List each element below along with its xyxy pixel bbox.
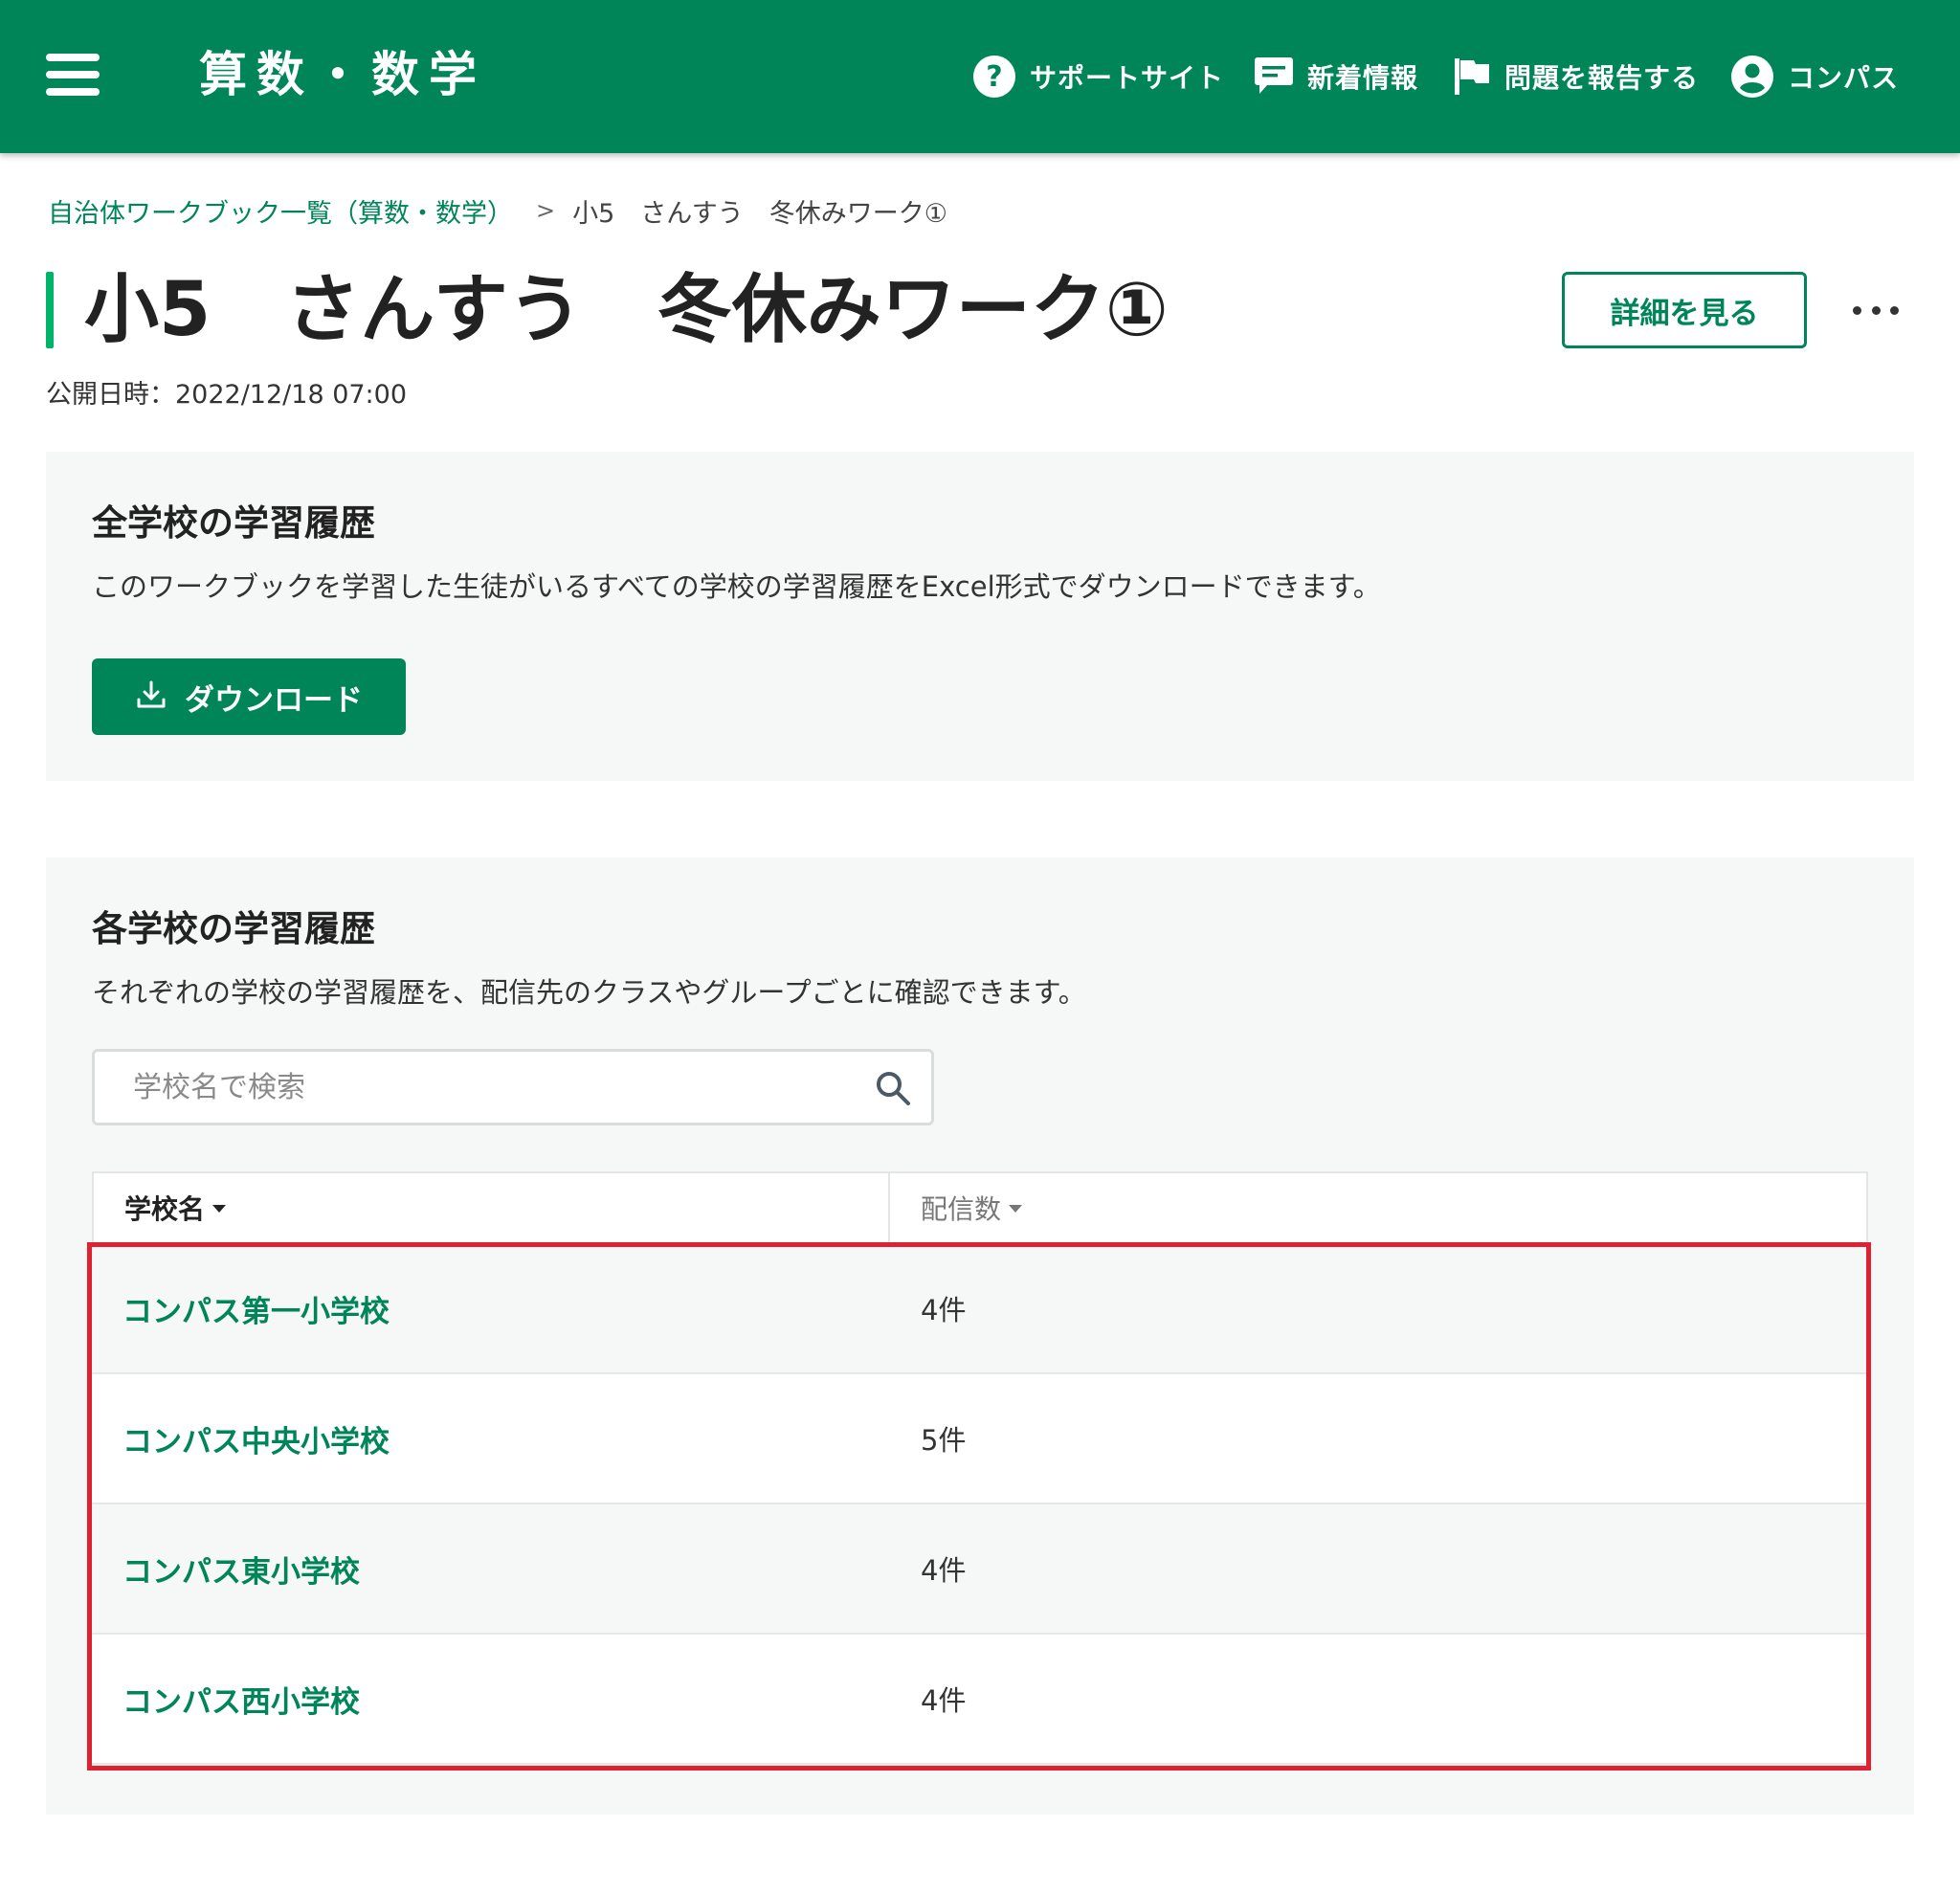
- news-link[interactable]: 新着情報: [1254, 50, 1418, 103]
- breadcrumb-separator: >: [536, 197, 556, 224]
- news-label: 新着情報: [1307, 62, 1419, 94]
- column-header-school-name: 学校名: [124, 1193, 206, 1225]
- support-site-label: サポートサイト: [1030, 62, 1225, 94]
- all-schools-description: このワークブックを学習した生徒がいるすべての学校の学習履歴をExcel形式でダウ…: [92, 570, 1381, 603]
- report-problem-link[interactable]: 問題を報告する: [1453, 50, 1699, 103]
- table-row: コンパス中央小学校 5件: [92, 1374, 1868, 1504]
- breadcrumb: 自治体ワークブック一覧（算数・数学） > 小5 さんすう 冬休みワーク①: [48, 191, 947, 230]
- distribution-count: 4件: [921, 1294, 967, 1326]
- school-name-link[interactable]: コンパス第一小学校: [92, 1287, 888, 1330]
- school-search-box: [92, 1049, 934, 1125]
- user-name: コンパス: [1788, 62, 1900, 94]
- all-schools-heading: 全学校の学習履歴: [92, 502, 375, 544]
- sort-by-school-name[interactable]: 学校名: [94, 1173, 890, 1242]
- each-school-panel: 各学校の学習履歴 それぞれの学校の学習履歴を、配信先のクラスやグループごとに確認…: [46, 857, 1914, 1815]
- sort-caret-icon: [212, 1205, 227, 1213]
- view-details-button[interactable]: 詳細を見る: [1562, 272, 1807, 348]
- each-school-heading: 各学校の学習履歴: [92, 908, 375, 949]
- menu-icon[interactable]: [46, 54, 100, 96]
- download-icon: [135, 679, 167, 715]
- table-row: コンパス第一小学校 4件: [92, 1244, 1868, 1374]
- each-school-description: それぞれの学校の学習履歴を、配信先のクラスやグループごとに確認できます。: [92, 976, 1086, 1009]
- sort-caret-icon: [1009, 1205, 1023, 1213]
- table-row: コンパス東小学校 4件: [92, 1504, 1868, 1635]
- flag-icon: [1453, 56, 1491, 97]
- app-header: 算数・数学 ? サポートサイト 新着情報 問題を報告する コンパス: [0, 0, 1960, 153]
- table-header: 学校名 配信数: [92, 1171, 1868, 1244]
- school-name-link[interactable]: コンパス西小学校: [92, 1678, 888, 1721]
- page-title: 小5 さんすう 冬休みワーク①: [84, 267, 1169, 353]
- download-button[interactable]: ダウンロード: [92, 658, 406, 735]
- sort-by-distribution-count[interactable]: 配信数: [890, 1173, 1023, 1242]
- user-account-menu[interactable]: コンパス: [1730, 50, 1899, 103]
- help-circle-icon: ?: [972, 55, 1016, 99]
- title-accent-bar: [46, 272, 54, 348]
- schools-table: 学校名 配信数 コンパス第一小学校 4件 コンパス中央小学校 5件 コンパス東小…: [92, 1171, 1868, 1765]
- table-row: コンパス西小学校 4件: [92, 1635, 1868, 1765]
- download-label: ダウンロード: [185, 682, 363, 718]
- distribution-count: 4件: [921, 1554, 967, 1587]
- school-name-link[interactable]: コンパス東小学校: [92, 1548, 888, 1591]
- app-title: 算数・数学: [199, 47, 486, 102]
- distribution-count: 5件: [921, 1424, 967, 1457]
- breadcrumb-parent-link[interactable]: 自治体ワークブック一覧（算数・数学）: [48, 192, 513, 230]
- report-problem-label: 問題を報告する: [1504, 62, 1700, 94]
- distribution-count: 4件: [921, 1684, 967, 1717]
- column-header-distribution-count: 配信数: [921, 1193, 1002, 1225]
- account-icon: [1730, 55, 1774, 99]
- svg-text:?: ?: [986, 60, 1002, 94]
- published-date: 公開日時：2022/12/18 07:00: [46, 380, 408, 410]
- message-icon: [1254, 56, 1294, 98]
- search-icon[interactable]: [874, 1069, 912, 1111]
- more-options-icon[interactable]: [1847, 287, 1904, 333]
- school-name-link[interactable]: コンパス中央小学校: [92, 1417, 888, 1460]
- all-schools-panel: 全学校の学習履歴 このワークブックを学習した生徒がいるすべての学校の学習履歴をE…: [46, 452, 1914, 781]
- breadcrumb-current: 小5 さんすう 冬休みワーク①: [572, 198, 947, 229]
- support-site-link[interactable]: ? サポートサイト: [972, 50, 1224, 103]
- school-search-input[interactable]: [133, 1052, 841, 1123]
